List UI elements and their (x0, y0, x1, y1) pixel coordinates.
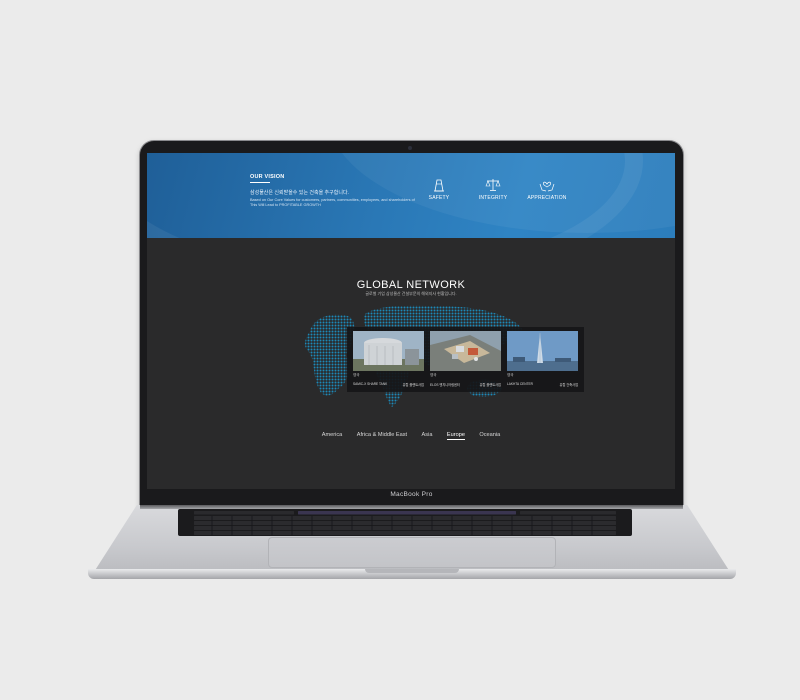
tower-icon (434, 179, 444, 192)
vision-eyebrow: OUR VISION (250, 174, 285, 180)
website-screen: OUR VISION 삼성물산은 신뢰받을수 있는 건축을 추구합니다. Bas… (147, 153, 675, 489)
project-name: LAKHTA CENTER (507, 382, 533, 386)
project-card[interactable]: 영국 LAKHTA CENTER 유럽 건축사업 (507, 331, 578, 388)
global-network-title: GLOBAL NETWORK (356, 279, 466, 291)
project-card[interactable]: 영국 SAMIC-X SHARE TANK 유럽 플랜트사업 (353, 331, 424, 388)
value-appreciation: APPRECIATION (517, 178, 577, 201)
region-tabs: America Africa & Middle East Asia Europe… (147, 423, 675, 441)
camera-icon (408, 146, 412, 150)
keyboard (178, 509, 632, 536)
project-photo (353, 331, 424, 371)
project-country: 영국 (507, 373, 514, 377)
global-network-subtitle: 글로벌 기업 삼성물산 건설부문의 해외지사 현황입니다. (365, 291, 457, 296)
tab-america[interactable]: America (322, 432, 343, 439)
tab-asia[interactable]: Asia (422, 432, 433, 439)
value-safety: SAFETY (409, 178, 469, 201)
project-category: 유럽 플랜트사업 (402, 383, 424, 387)
project-name: SAMIC-X SHARE TANK (353, 382, 388, 386)
project-category: 유럽 건축사업 (559, 383, 578, 387)
value-label: INTEGRITY (478, 195, 508, 201)
vision-body: Based on Our Core Values for customers, … (250, 198, 415, 207)
tab-oceania[interactable]: Oceania (479, 432, 500, 439)
project-category: 유럽 플랜트사업 (479, 383, 501, 387)
tab-africa-middle-east[interactable]: Africa & Middle East (357, 432, 407, 439)
trackpad (268, 537, 556, 568)
value-label: SAFETY (428, 195, 450, 201)
project-country: 영국 (353, 373, 360, 377)
laptop-opening-notch (365, 569, 459, 573)
scales-icon (485, 179, 501, 191)
vision-underline (250, 182, 270, 183)
tab-europe[interactable]: Europe (446, 432, 465, 440)
value-integrity: INTEGRITY (463, 178, 523, 201)
project-name: ELOS 엔지니어링센터 (430, 383, 460, 387)
project-card[interactable]: 영국 ELOS 엔지니어링센터 유럽 플랜트사업 (430, 331, 501, 388)
project-cards: 영국 SAMIC-X SHARE TANK 유럽 플랜트사업 영국 ELOS 엔… (347, 327, 584, 392)
project-country: 영국 (430, 373, 437, 377)
project-photo (507, 331, 578, 371)
project-photo (430, 331, 501, 371)
laptop-lid: OUR VISION 삼성물산은 신뢰받을수 있는 건축을 추구합니다. Bas… (140, 141, 683, 507)
bezel-label: MacBook Pro (390, 491, 433, 498)
vision-headline: 삼성물산은 신뢰받을수 있는 건축을 추구합니다. (250, 190, 349, 196)
hands-heart-icon (539, 181, 555, 192)
vision-section: OUR VISION 삼성물산은 신뢰받을수 있는 건축을 추구합니다. Bas… (147, 153, 675, 238)
value-label: APPRECIATION (527, 195, 567, 201)
